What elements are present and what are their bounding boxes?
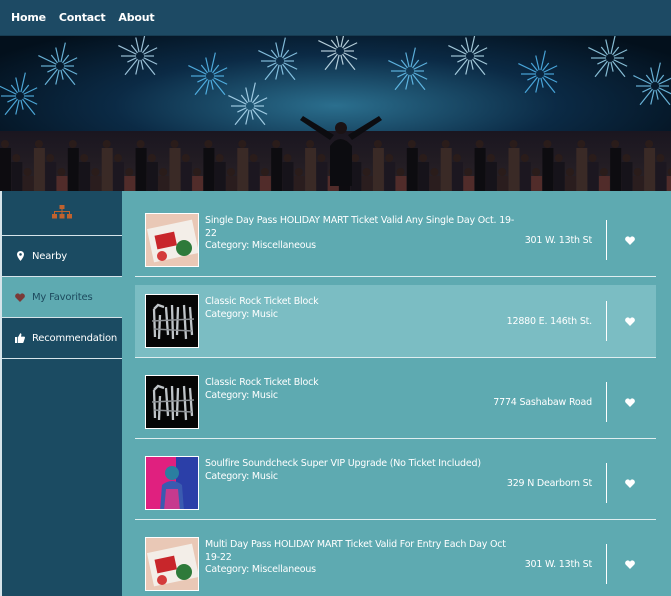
- event-info: Single Day Pass HOLIDAY MART Ticket Vali…: [205, 215, 525, 253]
- event-category: Category: Miscellaneous: [205, 240, 316, 251]
- divider: [606, 382, 607, 422]
- nav-about-link[interactable]: About: [118, 11, 154, 24]
- event-address: 7774 Sashabaw Road: [493, 396, 592, 408]
- sidebar-header: [2, 191, 122, 236]
- map-marker-icon: [15, 251, 25, 261]
- sidebar-item-recommendation[interactable]: Recommendation: [2, 318, 122, 359]
- event-thumbnail-holiday: [145, 213, 199, 267]
- list-item[interactable]: Classic Rock Ticket Block Category: Musi…: [135, 366, 656, 439]
- event-address: 12880 E. 146th St.: [506, 315, 593, 327]
- event-title[interactable]: Single Day Pass HOLIDAY MART Ticket Vali…: [205, 215, 514, 239]
- event-info: Multi Day Pass HOLIDAY MART Ticket Valid…: [205, 539, 523, 577]
- sidebar-item-label: Nearby: [32, 250, 67, 262]
- event-category: Category: Music: [205, 389, 278, 401]
- event-thumbnail-styx: [145, 294, 199, 348]
- sidebar-item-label: My Favorites: [32, 291, 93, 303]
- thumbs-up-icon: [15, 333, 25, 343]
- favorite-heart-icon[interactable]: [619, 528, 641, 596]
- divider: [606, 301, 607, 341]
- nav-contact-link[interactable]: Contact: [59, 11, 106, 24]
- event-address: 329 N Dearborn St: [506, 477, 592, 489]
- event-title[interactable]: Multi Day Pass HOLIDAY MART Ticket Valid…: [205, 539, 506, 563]
- list-item[interactable]: Classic Rock Ticket Block Category: Musi…: [135, 285, 656, 358]
- divider: [606, 463, 607, 503]
- event-thumbnail-holiday: [145, 537, 199, 591]
- nav-home-link[interactable]: Home: [11, 11, 46, 24]
- sidebar-item-label: Recommendation: [32, 332, 118, 344]
- favorite-heart-icon[interactable]: [619, 204, 641, 276]
- sidebar-item-nearby[interactable]: Nearby: [2, 236, 122, 277]
- divider: [606, 220, 607, 260]
- event-title[interactable]: Soulfire Soundcheck Super VIP Upgrade (N…: [205, 458, 481, 469]
- event-address: 301 W. 13th St: [524, 234, 593, 246]
- sidebar-item-my-favorites[interactable]: My Favorites: [2, 277, 122, 318]
- event-title[interactable]: Classic Rock Ticket Block: [205, 296, 319, 307]
- event-address: 301 W. 13th St: [524, 558, 593, 570]
- event-info: Classic Rock Ticket Block Category: Musi…: [205, 377, 525, 402]
- event-thumbnail-soulfire: [145, 456, 199, 510]
- top-navbar: Home Contact About: [0, 0, 671, 36]
- sitemap-icon: [52, 204, 72, 223]
- event-category: Category: Music: [205, 308, 278, 320]
- divider: [606, 544, 607, 584]
- event-title[interactable]: Classic Rock Ticket Block: [205, 377, 319, 388]
- favorite-heart-icon[interactable]: [619, 447, 641, 519]
- heart-icon: [15, 292, 25, 302]
- favorites-list: Single Day Pass HOLIDAY MART Ticket Vali…: [135, 204, 656, 596]
- list-item[interactable]: Single Day Pass HOLIDAY MART Ticket Vali…: [135, 204, 656, 277]
- event-info: Soulfire Soundcheck Super VIP Upgrade (N…: [205, 458, 525, 483]
- sidebar: Nearby My Favorites Recommendation: [0, 191, 122, 596]
- favorite-heart-icon[interactable]: [619, 285, 641, 357]
- favorite-heart-icon[interactable]: [619, 366, 641, 438]
- event-category: Category: Music: [205, 470, 278, 482]
- list-item[interactable]: Soulfire Soundcheck Super VIP Upgrade (N…: [135, 447, 656, 520]
- event-info: Classic Rock Ticket Block Category: Musi…: [205, 296, 525, 321]
- list-item[interactable]: Multi Day Pass HOLIDAY MART Ticket Valid…: [135, 528, 656, 596]
- event-thumbnail-styx: [145, 375, 199, 429]
- event-category: Category: Miscellaneous: [205, 564, 316, 575]
- main-content: Single Day Pass HOLIDAY MART Ticket Vali…: [122, 191, 671, 596]
- hero-banner-image: [0, 36, 671, 191]
